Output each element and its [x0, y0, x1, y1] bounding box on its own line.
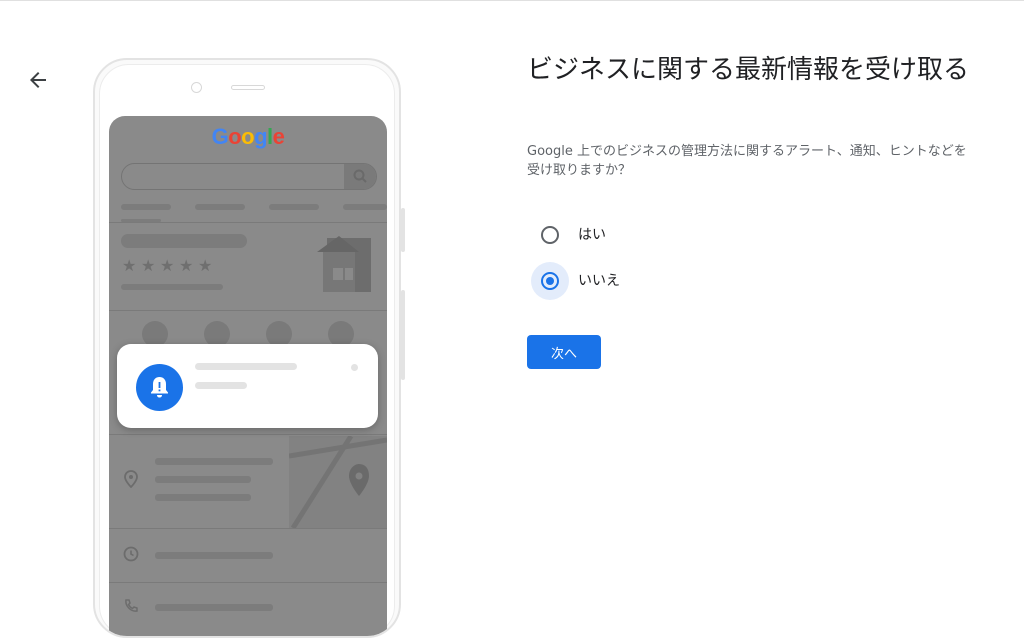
mock-divider: [109, 582, 387, 583]
mock-divider: [109, 434, 387, 435]
top-divider: [0, 0, 1024, 1]
phone-speaker: [231, 85, 265, 90]
notification-card: [117, 344, 378, 428]
option-no[interactable]: いいえ: [531, 262, 731, 300]
star-icon: ★: [160, 256, 175, 275]
phone-side-button: [401, 290, 405, 380]
next-button[interactable]: 次へ: [527, 335, 601, 369]
mock-divider: [109, 310, 387, 311]
phone-icon: [125, 599, 138, 612]
notification-title-placeholder: [195, 363, 297, 370]
logo-letter: o: [228, 124, 242, 149]
notification-badge: [136, 364, 183, 411]
phone-camera: [191, 82, 202, 93]
logo-letter: e: [272, 124, 285, 149]
radio-touch-area[interactable]: [531, 262, 569, 300]
mock-text-line: [155, 552, 273, 559]
search-icon: [353, 169, 367, 183]
mock-divider: [109, 222, 387, 223]
google-logo: Google: [109, 124, 387, 150]
mock-search-button: [344, 164, 376, 189]
option-yes[interactable]: はい: [531, 216, 731, 254]
mock-text-line: [155, 458, 273, 465]
radio-yes[interactable]: [541, 226, 559, 244]
arrow-left-icon: [30, 72, 46, 88]
star-icon: ★: [141, 256, 156, 275]
back-button[interactable]: [26, 68, 50, 92]
mock-tab: [269, 204, 319, 210]
notification-dot: [351, 364, 358, 371]
mock-divider: [109, 528, 387, 529]
mock-tab: [343, 204, 387, 210]
star-icon: ★: [198, 256, 213, 275]
page-subtitle: Google 上でのビジネスの管理方法に関するアラート、通知、ヒントなどを受け取…: [527, 144, 967, 178]
mock-text-line: [155, 604, 273, 611]
bell-alert-icon: [151, 377, 168, 398]
mock-search-box: [121, 163, 377, 190]
clock-icon: [123, 546, 139, 562]
star-icon: ★: [122, 256, 137, 275]
mock-text-line: [121, 284, 223, 290]
page-title: ビジネスに関する最新情報を受け取る: [527, 55, 970, 85]
logo-letter: G: [211, 124, 229, 149]
mock-text-line: [155, 494, 251, 501]
store-icon: [317, 236, 371, 292]
mock-business-name: [121, 234, 247, 248]
radio-no[interactable]: [541, 272, 559, 290]
notification-text-placeholder: [195, 382, 247, 389]
logo-letter: g: [254, 124, 268, 149]
phone-side-button: [401, 208, 405, 252]
mock-tab: [121, 204, 171, 210]
option-yes-label[interactable]: はい: [578, 226, 606, 244]
logo-letter: o: [241, 124, 255, 149]
radio-touch-area[interactable]: [531, 216, 569, 254]
mock-text-line: [155, 476, 251, 483]
location-pin-icon: [124, 470, 138, 488]
option-no-label[interactable]: いいえ: [578, 272, 620, 290]
mock-tab: [195, 204, 245, 210]
map-thumbnail: [289, 436, 387, 528]
star-icon: ★: [179, 256, 194, 275]
